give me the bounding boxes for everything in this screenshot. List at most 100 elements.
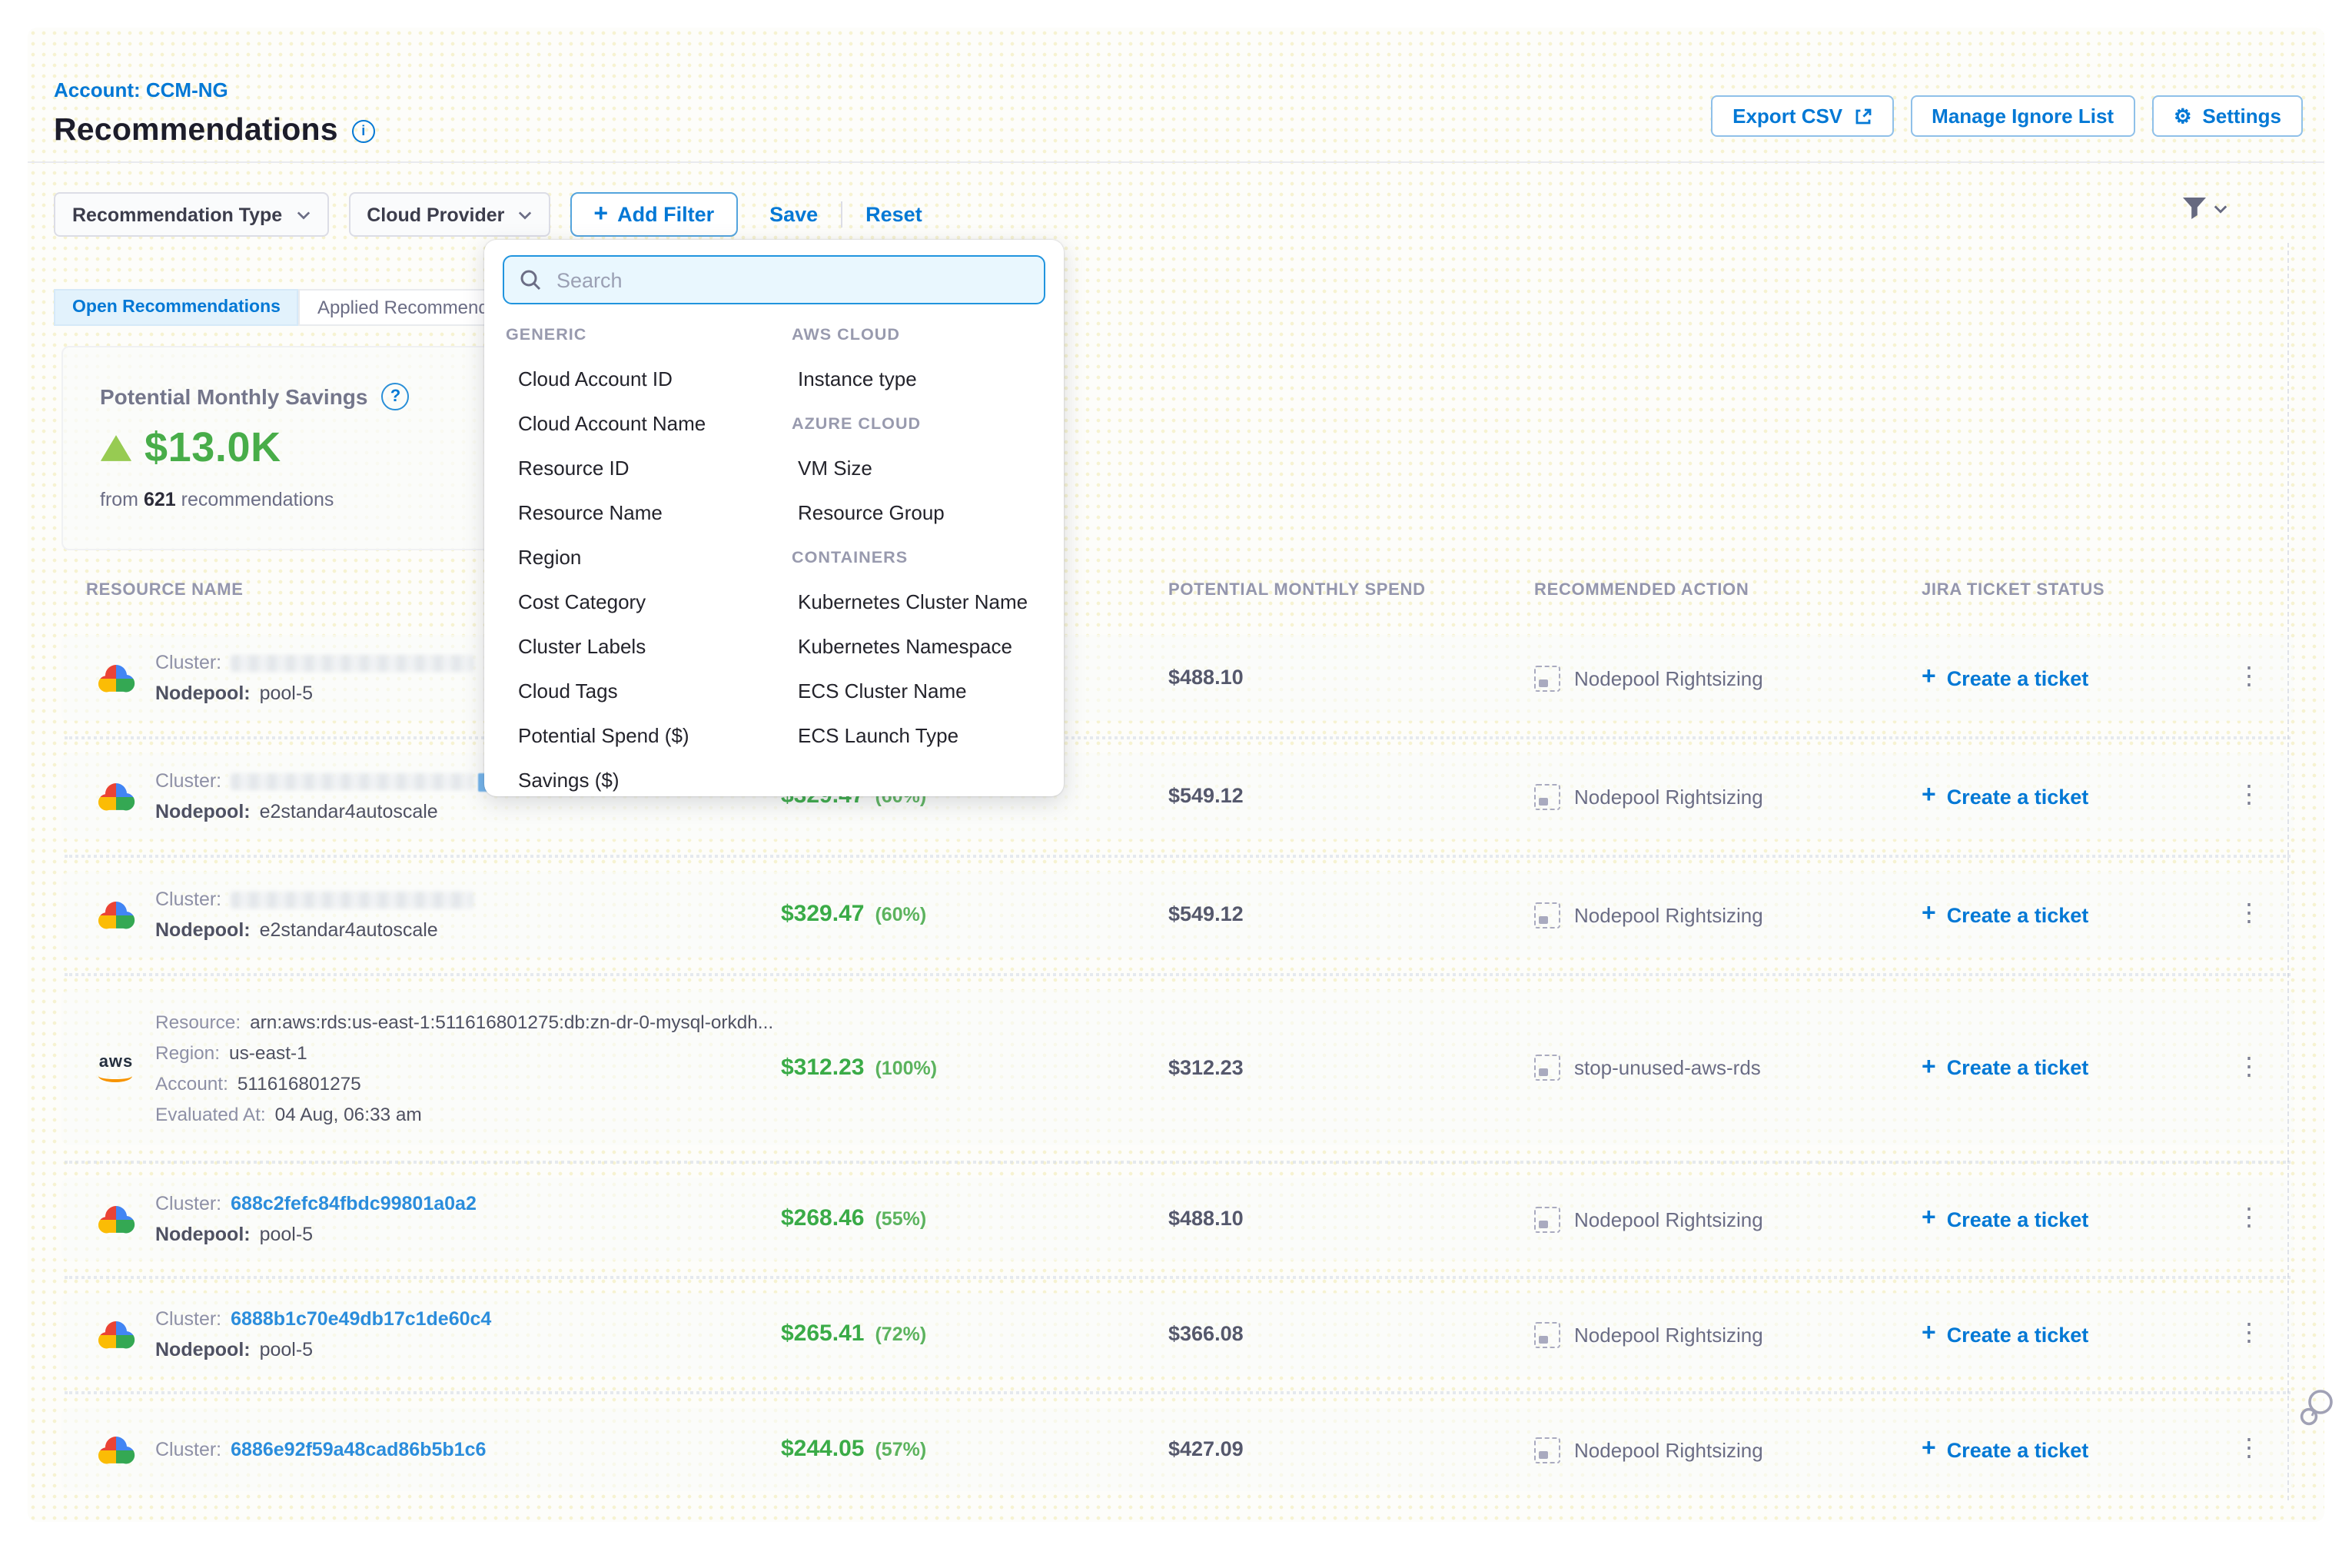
create-ticket-link[interactable]: +Create a ticket [1903, 1322, 2204, 1347]
resource-line-label: Account: [155, 1072, 228, 1094]
filter-option-ecs-cluster-name[interactable]: ECS Cluster Name [770, 679, 1064, 703]
dropdown-row: Cloud Account NameAZURE CLOUD [484, 401, 1064, 446]
jira-cell: +Create a ticket [1903, 784, 2204, 809]
manage-ignore-list-button[interactable]: Manage Ignore List [1910, 95, 2135, 137]
resource-line: Account:511616801275 [155, 1068, 753, 1098]
create-ticket-link[interactable]: +Create a ticket [1903, 1437, 2204, 1462]
resource-line: Evaluated At:04 Aug, 06:33 am [155, 1098, 753, 1129]
resource-line: Cluster: [155, 884, 473, 915]
create-ticket-label: Create a ticket [1947, 666, 2089, 689]
cluster-link[interactable]: 688c2fefc84fbdc99801a0a2 [231, 1193, 477, 1214]
filter-option-vm-size[interactable]: VM Size [770, 457, 1064, 480]
search-input[interactable] [553, 267, 1028, 293]
row-menu-button[interactable]: ⋮ [2227, 781, 2271, 812]
recommendation-type-filter[interactable]: Recommendation Type [54, 192, 328, 237]
row-menu-button[interactable]: ⋮ [2227, 1319, 2271, 1350]
resource-line-value: e2standar4autoscale [260, 801, 438, 822]
create-ticket-label: Create a ticket [1947, 903, 2089, 926]
help-icon[interactable]: ? [382, 383, 410, 410]
resource-line-label: Nodepool: [155, 683, 251, 704]
table-row: Cluster:Nodepool:e2standar4autoscale$329… [61, 753, 2294, 839]
filter-option-cluster-labels[interactable]: Cluster Labels [484, 635, 770, 658]
filter-option-cloud-account-name[interactable]: Cloud Account Name [484, 412, 770, 435]
savings-value: $244.05 [781, 1436, 864, 1462]
create-ticket-link[interactable]: +Create a ticket [1903, 902, 2204, 927]
row-menu-button[interactable]: ⋮ [2227, 899, 2271, 930]
filter-option-kubernetes-cluster-name[interactable]: Kubernetes Cluster Name [770, 590, 1064, 613]
table-row: Cluster:Nodepool:e2standar4autoscale$329… [61, 872, 2294, 958]
filter-panel-toggle[interactable] [2181, 197, 2227, 220]
resource-line-label: Cluster: [155, 1439, 221, 1460]
reset-filter-button[interactable]: Reset [865, 203, 922, 226]
table-header-row: RESOURCE NAME POTENTIAL MONTHLY SPEND RE… [61, 581, 2294, 600]
dropdown-row: Potential Spend ($)ECS Launch Type [484, 713, 1064, 758]
filter-option-savings[interactable]: Savings ($) [484, 769, 770, 792]
savings-cell: $244.05(57%) [753, 1436, 1142, 1463]
create-ticket-link[interactable]: +Create a ticket [1903, 1055, 2204, 1080]
filter-option-cloud-account-id[interactable]: Cloud Account ID [484, 367, 770, 390]
dropdown-row: Resource NameResource Group [484, 490, 1064, 535]
resource-line-label: Cluster: [155, 889, 221, 910]
resource-cell: awsResource:arn:aws:rds:us-east-1:511616… [61, 1006, 753, 1129]
create-ticket-link[interactable]: + Create a ticket [1903, 666, 2204, 690]
action-cell: stop-unused-aws-rds [1508, 1055, 1903, 1081]
tab-open-recommendations[interactable]: Open Recommendations [54, 289, 299, 326]
resource-line: Nodepool:pool-5 [155, 1219, 477, 1250]
action-label: stop-unused-aws-rds [1574, 1056, 1761, 1079]
spend-cell: $366.08 [1142, 1321, 1508, 1348]
savings-cell: $268.46(55%) [753, 1205, 1142, 1233]
filter-option-resource-group[interactable]: Resource Group [770, 501, 1064, 524]
resource-line: Resource:arn:aws:rds:us-east-1:511616801… [155, 1006, 753, 1037]
savings-card-label: Potential Monthly Savings [100, 384, 368, 409]
support-chat-icon[interactable] [2298, 1388, 2335, 1436]
row-menu-button[interactable]: ⋮ [2227, 1434, 2271, 1465]
export-csv-button[interactable]: Export CSV [1711, 95, 1893, 137]
info-icon[interactable]: i [352, 119, 375, 142]
cluster-link[interactable]: 6886e92f59a48cad86b5b1c6 [231, 1439, 486, 1460]
add-filter-button[interactable]: + Add Filter [570, 192, 737, 237]
filter-option-cost-category[interactable]: Cost Category [484, 590, 770, 613]
savings-card-value-row: $13.0K [100, 424, 492, 472]
create-ticket-link[interactable]: +Create a ticket [1903, 1207, 2204, 1231]
chevron-down-icon [518, 210, 532, 219]
dropdown-search-box [503, 255, 1045, 304]
action-cell: Nodepool Rightsizing [1508, 665, 1903, 691]
savings-percent: (60%) [875, 904, 926, 925]
account-breadcrumb[interactable]: Account: CCM-NG [54, 78, 228, 101]
row-menu-button[interactable]: ⋮ [2227, 1204, 2271, 1234]
filter-option-ecs-launch-type[interactable]: ECS Launch Type [770, 724, 1064, 747]
resource-line-value: pool-5 [260, 1339, 314, 1360]
settings-button[interactable]: ⚙ Settings [2152, 95, 2303, 137]
resource-line: Cluster:6888b1c70e49db17c1de60c4 [155, 1304, 491, 1334]
resource-cell: Cluster:688c2fefc84fbdc99801a0a2Nodepool… [61, 1188, 753, 1250]
potential-monthly-savings-card: Potential Monthly Savings ? $13.0K from … [61, 346, 493, 550]
resource-line-label: Evaluated At: [155, 1103, 266, 1125]
page-title: Recommendations [54, 112, 338, 149]
filter-option-potential-spend[interactable]: Potential Spend ($) [484, 724, 770, 747]
gcp-logo-icon [95, 1201, 137, 1237]
row-menu-button[interactable]: ⋮ [2227, 663, 2271, 693]
filter-option-instance-type[interactable]: Instance type [770, 367, 1064, 390]
filter-option-kubernetes-namespace[interactable]: Kubernetes Namespace [770, 635, 1064, 658]
save-filter-button[interactable]: Save [769, 203, 818, 226]
filter-option-region[interactable]: Region [484, 546, 770, 569]
savings-value: $268.46 [781, 1205, 864, 1231]
filter-option-cloud-tags[interactable]: Cloud Tags [484, 679, 770, 703]
cluster-link[interactable]: 6888b1c70e49db17c1de60c4 [231, 1308, 491, 1330]
filter-option-resource-name[interactable]: Resource Name [484, 501, 770, 524]
resource-line-label: Cluster: [155, 770, 221, 792]
add-filter-label: Add Filter [617, 203, 714, 226]
resource-line-value: pool-5 [260, 1224, 314, 1245]
filter-section-containers: CONTAINERS [770, 548, 1064, 566]
plus-icon: + [1922, 666, 1936, 690]
cloud-provider-label: Cloud Provider [367, 204, 504, 225]
resource-line-value: us-east-1 [229, 1041, 307, 1063]
filter-option-resource-id[interactable]: Resource ID [484, 457, 770, 480]
create-ticket-link[interactable]: +Create a ticket [1903, 784, 2204, 809]
redacted-cluster-name [231, 892, 473, 909]
cloud-provider-filter[interactable]: Cloud Provider [348, 192, 550, 237]
gcp-logo-icon [95, 1317, 137, 1352]
row-menu-button[interactable]: ⋮ [2227, 1052, 2271, 1083]
funnel-icon [2181, 197, 2207, 220]
chevron-down-icon [296, 210, 310, 219]
